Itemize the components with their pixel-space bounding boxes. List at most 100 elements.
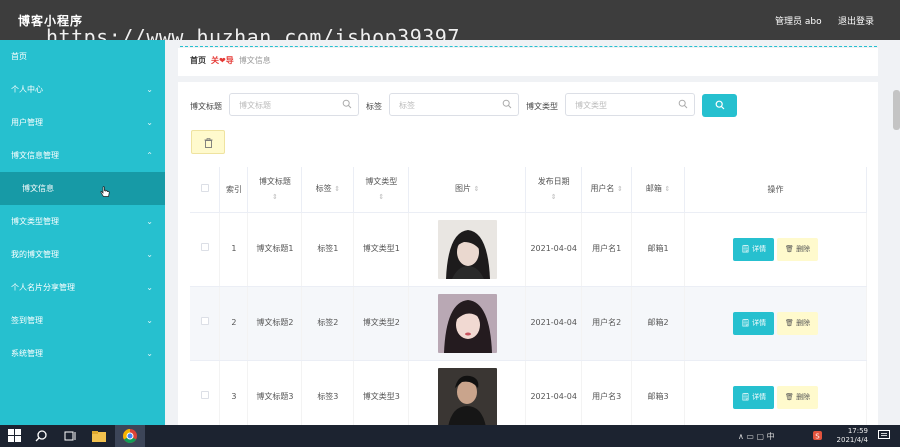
row-checkbox[interactable] bbox=[200, 317, 209, 325]
cell-title: 博文标题2 bbox=[247, 286, 303, 361]
col-image[interactable]: 图片 ⇕ bbox=[408, 167, 527, 213]
cell-actions: 🗒 详情 🗑 删除 bbox=[684, 360, 867, 435]
col-title[interactable]: 博文标题 ⇕ bbox=[247, 167, 303, 213]
delete-button[interactable]: 🗑 删除 bbox=[777, 311, 819, 335]
delete-button[interactable]: 🗑 删除 bbox=[777, 385, 819, 409]
sidebar-item-my-blog-management[interactable]: 我的博文管理 ⌄ bbox=[0, 238, 165, 271]
col-tag[interactable]: 标签 ⇕ bbox=[301, 167, 355, 213]
sidebar-item-blog-info-management[interactable]: 博文信息管理 ⌃ bbox=[0, 139, 165, 172]
sidebar-item-label: 博文类型管理 bbox=[11, 217, 59, 226]
file-explorer-icon[interactable] bbox=[91, 428, 107, 444]
cell-type: 博文类型1 bbox=[353, 212, 410, 287]
search-icon bbox=[678, 99, 688, 109]
select-all-cell[interactable] bbox=[190, 167, 221, 213]
col-date[interactable]: 发布日期 ⇕ bbox=[525, 167, 583, 213]
windows-start-icon[interactable] bbox=[8, 429, 21, 442]
blog-table: 索引 博文标题 ⇕ 标签 ⇕ 博文类型 ⇕ 图片 ⇕ 发布日期 ⇕ 用户名 ⇕ 邮箱 … bbox=[190, 167, 867, 435]
col-actions: 操作 bbox=[684, 167, 867, 213]
admin-label: 管理员 abo bbox=[775, 17, 822, 27]
table-row: 3 博文标题3 标签3 博文类型3 2021-04-04 用户名3 邮箱3 🗒 … bbox=[190, 360, 867, 435]
table-header-row: 索引 博文标题 ⇕ 标签 ⇕ 博文类型 ⇕ 图片 ⇕ 发布日期 ⇕ 用户名 ⇕ 邮箱 … bbox=[190, 167, 867, 213]
sidebar-item-label: 博文信息 bbox=[22, 184, 54, 193]
tag-search-input[interactable]: 标签 bbox=[389, 93, 519, 116]
sidebar-item-label: 用户管理 bbox=[11, 118, 43, 127]
chrome-icon[interactable] bbox=[122, 428, 138, 444]
sidebar: 首页 个人中心 ⌄ 用户管理 ⌄ 博文信息管理 ⌃ 博文信息 博文类型管理 ⌄ 我的博文… bbox=[0, 40, 165, 425]
sort-icon[interactable]: ⇕ bbox=[474, 185, 480, 193]
delete-button[interactable]: 🗑 删除 bbox=[777, 237, 819, 261]
sidebar-item-blog-info[interactable]: 博文信息 bbox=[0, 172, 165, 205]
notification-icon[interactable] bbox=[878, 430, 890, 441]
cell-tag: 标签1 bbox=[301, 212, 355, 287]
taskbar: ∧ ▭ ▢ 中 S 17:59 2021/4/4 bbox=[0, 425, 900, 447]
row-checkbox[interactable] bbox=[200, 243, 209, 251]
blog-image[interactable] bbox=[437, 367, 497, 427]
security-shield-icon[interactable]: S bbox=[812, 430, 823, 441]
svg-text:S: S bbox=[815, 433, 820, 441]
chevron-down-icon: ⌄ bbox=[146, 217, 153, 226]
detail-button[interactable]: 🗒 详情 bbox=[733, 237, 775, 261]
clock[interactable]: 17:59 2021/4/4 bbox=[832, 427, 868, 445]
type-placeholder: 博文类型 bbox=[575, 101, 607, 110]
title-label: 博文标题 bbox=[190, 102, 222, 111]
sidebar-item-card-share-management[interactable]: 个人名片分享管理 ⌄ bbox=[0, 271, 165, 304]
sidebar-item-label: 系统管理 bbox=[11, 349, 43, 358]
search-icon bbox=[715, 100, 725, 110]
cell-user: 用户名1 bbox=[581, 212, 633, 287]
sort-icon[interactable]: ⇕ bbox=[664, 185, 670, 193]
breadcrumb-current: 博文信息 bbox=[238, 56, 271, 65]
sidebar-item-personal-center[interactable]: 个人中心 ⌄ bbox=[0, 73, 165, 106]
search-icon[interactable] bbox=[35, 428, 51, 444]
sort-icon[interactable]: ⇕ bbox=[378, 193, 384, 201]
search-icon bbox=[342, 99, 352, 109]
trash-icon bbox=[204, 138, 213, 148]
select-all-checkbox[interactable] bbox=[200, 183, 209, 192]
blog-image[interactable] bbox=[437, 219, 497, 279]
detail-button[interactable]: 🗒 详情 bbox=[733, 385, 775, 409]
col-date-label: 发布日期 bbox=[537, 176, 570, 186]
col-email[interactable]: 邮箱 ⇕ bbox=[631, 167, 686, 213]
col-type[interactable]: 博文类型 ⇕ bbox=[353, 167, 410, 213]
batch-delete-button[interactable] bbox=[191, 130, 225, 154]
type-search-input[interactable]: 博文类型 bbox=[565, 93, 695, 116]
logout-button[interactable]: 退出登录 bbox=[838, 14, 874, 27]
cell-user: 用户名2 bbox=[581, 286, 633, 361]
chevron-down-icon: ⌄ bbox=[146, 250, 153, 259]
clock-time: 17:59 bbox=[847, 427, 868, 435]
sidebar-item-label: 首页 bbox=[11, 52, 27, 61]
col-type-label: 博文类型 bbox=[365, 176, 398, 186]
task-view-icon[interactable] bbox=[62, 428, 78, 444]
divider bbox=[180, 46, 877, 47]
col-user[interactable]: 用户名 ⇕ bbox=[581, 167, 633, 213]
chevron-down-icon: ⌄ bbox=[146, 349, 153, 358]
breadcrumb-separator: 关❤导 bbox=[211, 56, 234, 65]
cell-type: 博文类型2 bbox=[353, 286, 410, 361]
vertical-scrollbar[interactable] bbox=[893, 90, 900, 130]
table-row: 1 博文标题1 标签1 博文类型1 2021-04-04 用户名1 邮箱1 🗒 … bbox=[190, 212, 867, 287]
top-bar: 博客小程序 https://www.huzhan.com/ishop39397 … bbox=[0, 0, 900, 49]
sidebar-item-user-management[interactable]: 用户管理 ⌄ bbox=[0, 106, 165, 139]
sidebar-item-system-management[interactable]: 系统管理 ⌄ bbox=[0, 337, 165, 370]
row-checkbox[interactable] bbox=[200, 391, 209, 399]
sidebar-item-blog-type-management[interactable]: 博文类型管理 ⌄ bbox=[0, 205, 165, 238]
breadcrumb-home[interactable]: 首页 bbox=[190, 56, 206, 65]
cell-tag: 标签2 bbox=[301, 286, 355, 361]
title-search-input[interactable]: 博文标题 bbox=[229, 93, 359, 116]
sort-icon[interactable]: ⇕ bbox=[272, 193, 278, 201]
search-button[interactable] bbox=[702, 94, 737, 117]
cell-image bbox=[408, 360, 527, 435]
sort-icon[interactable]: ⇕ bbox=[551, 193, 557, 201]
search-icon bbox=[502, 99, 512, 109]
blog-image[interactable] bbox=[437, 293, 497, 353]
detail-button[interactable]: 🗒 详情 bbox=[733, 311, 775, 335]
col-image-label: 图片 bbox=[455, 184, 472, 194]
detail-label: 详情 bbox=[752, 318, 767, 327]
sidebar-item-home[interactable]: 首页 bbox=[0, 40, 165, 73]
cell-user: 用户名3 bbox=[581, 360, 633, 435]
sort-icon[interactable]: ⇕ bbox=[334, 185, 340, 193]
cell-date: 2021-04-04 bbox=[525, 286, 583, 361]
sort-icon[interactable]: ⇕ bbox=[617, 185, 623, 193]
system-tray[interactable]: ∧ ▭ ▢ 中 bbox=[738, 431, 775, 442]
sidebar-item-checkin-management[interactable]: 签到管理 ⌄ bbox=[0, 304, 165, 337]
cell-date: 2021-04-04 bbox=[525, 212, 583, 287]
